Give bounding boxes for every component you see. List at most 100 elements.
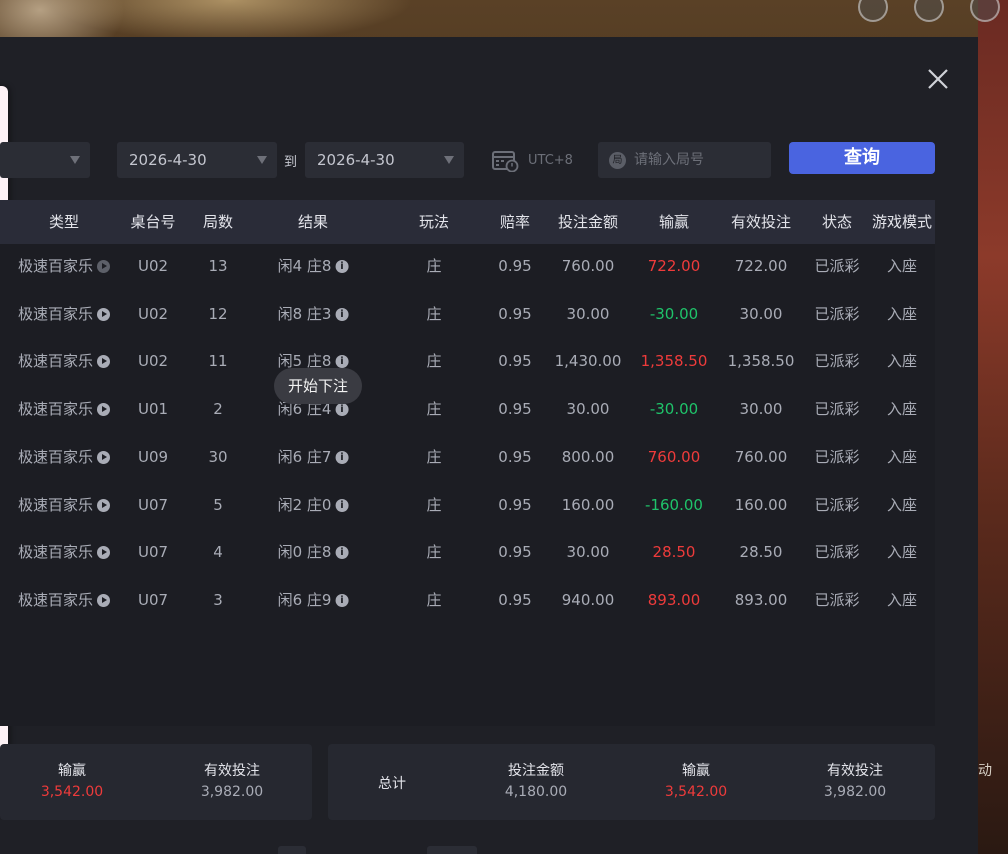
cell-result: 闲6 庄7 i (278, 434, 349, 481)
cell-bet: 1,430.00 (555, 338, 622, 385)
cell-mode-text: 入座 (886, 304, 918, 323)
cell-winloss-text: -30.00 (649, 304, 699, 323)
cell-winloss: 760.00 (648, 434, 701, 481)
header-round: 局数 (202, 213, 234, 231)
cell-bet: 30.00 (567, 529, 610, 576)
date-from-select[interactable]: 2026-4-30 (117, 142, 277, 178)
play-replay-icon[interactable] (97, 450, 111, 464)
cell-round-text: 30 (208, 447, 228, 466)
result-info-icon[interactable]: i (335, 593, 349, 607)
cell-valid: 760.00 (735, 434, 788, 481)
cell-winloss: 722.00 (648, 243, 701, 290)
game-type-select[interactable] (0, 142, 90, 178)
cell-valid: 893.00 (735, 577, 788, 624)
cell-result-text: 闲2 庄0 (277, 495, 332, 514)
play-replay-icon[interactable] (97, 498, 111, 512)
result-info-icon[interactable]: i (335, 307, 349, 321)
result-info-icon[interactable]: i (335, 260, 349, 273)
play-replay-icon[interactable] (97, 403, 111, 417)
cell-bet-text: 30.00 (566, 304, 610, 323)
summary-value: 3,982.00 (200, 784, 264, 800)
result-info-icon[interactable]: i (335, 546, 349, 560)
cell-odds: 0.95 (498, 338, 531, 385)
cell-odds-text: 0.95 (498, 495, 532, 514)
cell-result-text: 闲4 庄8 (277, 257, 332, 275)
cell-winloss-text: -160.00 (645, 495, 703, 514)
cell-valid: 160.00 (735, 482, 788, 529)
cell-status: 已派彩 (814, 291, 859, 338)
table-row: 极速百家乐 U01 2 闲6 庄4 i 庄 0.95 30.00 -30.00 30.00 已派彩入… (0, 386, 935, 433)
query-button[interactable]: 查询 (789, 142, 935, 174)
summary-label: 有效投注 (827, 763, 883, 779)
cell-mode-text: 入座 (886, 495, 918, 514)
cell-valid-text: 760.00 (734, 447, 788, 466)
header-status: 状态 (821, 213, 853, 231)
result-info-icon[interactable]: i (335, 498, 349, 512)
cell-table: U07 (138, 529, 168, 576)
cell-type: 极速百家乐 (18, 338, 111, 385)
play-replay-icon[interactable] (97, 260, 111, 273)
cell-odds: 0.95 (498, 243, 531, 290)
cell-table-text: U02 (137, 304, 169, 323)
cell-round: 2 (213, 386, 223, 433)
cell-result: 闲4 庄8 i (278, 243, 349, 290)
cell-odds: 0.95 (498, 386, 531, 433)
cell-result: 闲8 庄3 i (278, 291, 349, 338)
cell-result-text: 闲6 庄9 (277, 590, 332, 609)
cell-odds-text: 0.95 (498, 257, 532, 275)
cell-winloss: -160.00 (645, 482, 703, 529)
cell-mode-text: 入座 (886, 352, 918, 371)
cell-valid: 30.00 (740, 386, 783, 433)
date-from-value: 2026-4-30 (129, 151, 207, 169)
cell-table-text: U09 (137, 447, 169, 466)
cell-table-text: U07 (137, 543, 169, 562)
cell-type: 极速百家乐 (18, 291, 111, 338)
header-odds: 赔率 (499, 213, 531, 231)
total-summary-winloss: 输赢 3,542.00 (665, 760, 727, 800)
cell-odds: 0.95 (498, 577, 531, 624)
cell-type-text: 极速百家乐 (18, 590, 94, 609)
cell-winloss-text: 1,358.50 (640, 352, 708, 371)
cell-play: 庄 (426, 243, 441, 290)
result-info-icon[interactable]: i (335, 355, 349, 369)
close-button[interactable] (925, 66, 951, 92)
pagination-next-button[interactable] (427, 846, 477, 854)
cell-status-text: 已派彩 (814, 543, 860, 562)
play-replay-icon[interactable] (97, 307, 111, 321)
cell-valid: 30.00 (740, 291, 783, 338)
cell-table: U02 (138, 338, 168, 385)
cell-table: U02 (138, 243, 168, 290)
summary-label: 投注金额 (508, 763, 564, 779)
play-replay-icon[interactable] (97, 546, 111, 560)
cell-play-text: 庄 (426, 543, 442, 562)
pagination-prev-button[interactable] (278, 846, 306, 854)
cell-status-text: 已派彩 (814, 495, 860, 514)
cell-status-text: 已派彩 (814, 590, 860, 609)
cell-bet-text: 940.00 (561, 590, 615, 609)
play-replay-icon[interactable] (97, 355, 111, 369)
summary-value: 3,982.00 (823, 784, 887, 800)
cell-status: 已派彩 (814, 482, 859, 529)
cell-table-text: U01 (137, 400, 169, 419)
cell-type: 极速百家乐 (18, 577, 111, 624)
cell-play-text: 庄 (426, 590, 442, 609)
summary-value: 3,542.00 (664, 784, 728, 800)
cell-status-text: 已派彩 (814, 400, 860, 419)
cell-valid-text: 722.00 (734, 257, 788, 275)
date-to-select[interactable]: 2026-4-30 (305, 142, 464, 178)
cell-valid: 722.00 (735, 243, 788, 290)
cell-round: 4 (213, 529, 223, 576)
cell-type: 极速百家乐 (18, 434, 111, 481)
cell-bet-text: 160.00 (561, 495, 615, 514)
header-winloss: 输赢 (658, 213, 690, 231)
play-replay-icon[interactable] (97, 593, 111, 607)
cell-table-text: U02 (137, 257, 169, 275)
result-info-icon[interactable]: i (335, 450, 349, 464)
cell-winloss: 893.00 (648, 577, 701, 624)
cell-mode: 入座 (887, 434, 917, 481)
table-row: 极速百家乐 U02 13 闲4 庄8 i 庄 0.95 760.00 722.00 722.00 已… (0, 243, 935, 290)
cell-type-text: 极速百家乐 (18, 400, 94, 419)
cell-winloss-text: 893.00 (647, 590, 701, 609)
result-info-icon[interactable]: i (335, 403, 349, 417)
calendar-clock-icon[interactable] (492, 150, 519, 172)
